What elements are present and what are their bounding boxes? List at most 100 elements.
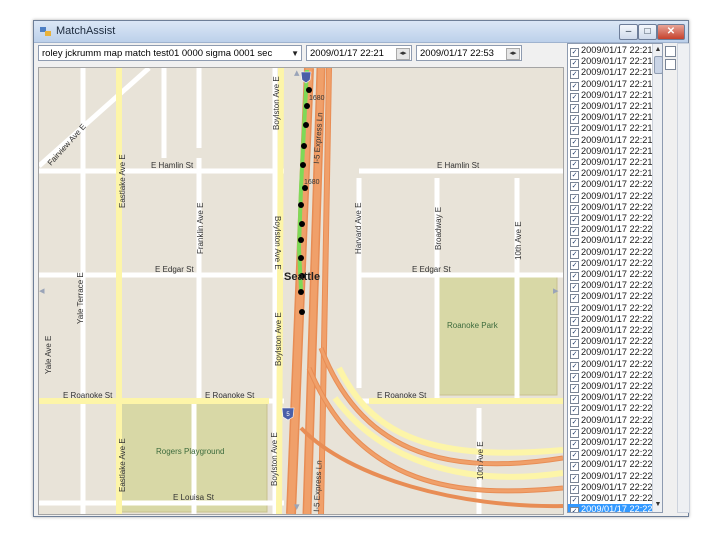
timestamp-row[interactable]: ✓ 2009/01/17 22:21 bbox=[568, 90, 653, 102]
spin-arrows-icon[interactable]: ◂▸ bbox=[506, 48, 520, 60]
timestamp-row[interactable]: ✓ 2009/01/17 22:21 bbox=[568, 168, 653, 181]
row-checkbox[interactable]: ✓ bbox=[570, 507, 579, 512]
timestamp-row[interactable]: ✓ 2009/01/17 22:22 bbox=[568, 269, 653, 281]
timestamp-label: 2009/01/17 22:22 bbox=[581, 425, 653, 436]
street-label: E Louisa St bbox=[173, 493, 215, 502]
timestamp-row[interactable]: ✓ 2009/01/17 22:22 bbox=[568, 336, 653, 349]
timestamp-checklist[interactable]: ▲ ▼ ✓ 2009/01/17 22:21 ✓ 2009/01/17 22:21 ✓ 2… bbox=[567, 43, 663, 513]
timestamp-row[interactable]: ✓ 2009/01/17 22:21 bbox=[568, 146, 653, 158]
timestamp-row[interactable]: ✓ 2009/01/17 22:22 bbox=[568, 369, 653, 382]
street-label: Yale Terrace E bbox=[76, 272, 85, 324]
option-checkbox[interactable] bbox=[665, 46, 676, 57]
timestamp-label: 2009/01/17 22:22 bbox=[581, 257, 653, 268]
start-time-value: 2009/01/17 22:21 bbox=[310, 48, 384, 59]
start-time-picker[interactable]: 2009/01/17 22:21 ◂▸ bbox=[306, 45, 412, 61]
timestamp-label: 2009/01/17 22:22 bbox=[581, 493, 653, 503]
timestamp-row[interactable]: ✓ 2009/01/17 22:21 bbox=[568, 134, 653, 147]
street-label: 10th Ave E bbox=[514, 221, 523, 260]
street-label: E Roanoke St bbox=[377, 391, 427, 400]
timestamp-row[interactable]: ✓ 2009/01/17 22:22 bbox=[568, 179, 653, 192]
pan-down-icon[interactable]: ▾ bbox=[294, 500, 300, 513]
timestamp-row[interactable]: ✓ 2009/01/17 22:22 bbox=[568, 224, 653, 237]
trace-select-value: roley jckrumm map match test01 0000 sigm… bbox=[42, 48, 273, 59]
timestamp-row[interactable]: ✓ 2009/01/17 22:22 bbox=[568, 448, 653, 461]
timestamp-label: 2009/01/17 22:22 bbox=[581, 190, 653, 201]
timestamp-row[interactable]: ✓ 2009/01/17 22:22 bbox=[568, 437, 653, 449]
timestamp-row[interactable]: ✓ 2009/01/17 22:22 bbox=[568, 381, 653, 393]
timestamp-label: 2009/01/17 22:22 bbox=[581, 336, 653, 347]
timestamp-row[interactable]: ✓ 2009/01/17 22:22 bbox=[568, 482, 653, 494]
timestamp-row[interactable]: ✓ 2009/01/17 22:22 bbox=[568, 280, 653, 293]
scroll-up-icon[interactable]: ▲ bbox=[653, 45, 662, 55]
timestamp-label: 2009/01/17 22:22 bbox=[581, 246, 653, 257]
timestamp-row[interactable]: ✓ 2009/01/17 22:22 bbox=[568, 235, 653, 248]
timestamp-row[interactable]: ✓ 2009/01/17 22:21 bbox=[568, 101, 653, 113]
timestamp-row[interactable]: ✓ 2009/01/17 22:22 bbox=[568, 190, 653, 203]
timestamp-label: 2009/01/17 22:21 bbox=[581, 123, 653, 134]
timestamp-label: 2009/01/17 22:22 bbox=[581, 213, 653, 223]
timestamp-label: 2009/01/17 22:22 bbox=[581, 235, 653, 246]
timestamp-row[interactable]: ✓ 2009/01/17 22:22 bbox=[568, 359, 653, 371]
toolbar: roley jckrumm map match test01 0000 sigm… bbox=[34, 43, 564, 65]
vertical-scrollbar[interactable]: ▲ ▼ bbox=[652, 44, 662, 512]
park-label: Rogers Playground bbox=[156, 447, 224, 456]
street-label: Harvard Ave E bbox=[354, 203, 363, 254]
timestamp-row[interactable]: ✓ 2009/01/17 22:22 bbox=[568, 325, 653, 337]
pan-right-icon[interactable]: ▸ bbox=[553, 284, 559, 297]
trace-select[interactable]: roley jckrumm map match test01 0000 sigm… bbox=[38, 45, 302, 61]
timestamp-label: 2009/01/17 22:22 bbox=[581, 280, 653, 291]
option-checkbox[interactable] bbox=[665, 59, 676, 70]
timestamp-label: 2009/01/17 22:22 bbox=[581, 313, 653, 324]
map-canvas[interactable]: 5 E Hamlin St E Hamlin St E Edgar St E E… bbox=[39, 68, 563, 514]
spin-arrows-icon[interactable]: ◂▸ bbox=[396, 48, 410, 60]
timestamp-row[interactable]: ✓ 2009/01/17 22:21 bbox=[568, 56, 653, 69]
timestamp-label: 2009/01/17 22:21 bbox=[581, 56, 653, 67]
timestamp-row[interactable]: ✓ 2009/01/17 22:22 bbox=[568, 347, 653, 360]
timestamp-row[interactable]: ✓ 2009/01/17 22:22 bbox=[568, 313, 653, 326]
timestamp-label: 2009/01/17 22:22 bbox=[581, 369, 653, 380]
timestamp-row[interactable]: ✓ 2009/01/17 22:22 bbox=[568, 257, 653, 270]
timestamp-row-selected[interactable]: ✓ 2009/01/17 22:22 bbox=[568, 504, 653, 512]
street-label: E Edgar St bbox=[155, 265, 194, 274]
timestamp-row[interactable]: ✓ 2009/01/17 22:22 bbox=[568, 303, 653, 315]
roanoke-park-area bbox=[438, 274, 558, 396]
timestamp-row[interactable]: ✓ 2009/01/17 22:22 bbox=[568, 213, 653, 225]
pan-left-icon[interactable]: ◂ bbox=[39, 284, 45, 297]
timestamp-row[interactable]: ✓ 2009/01/17 22:21 bbox=[568, 79, 653, 91]
timestamp-row[interactable]: ✓ 2009/01/17 22:21 bbox=[568, 45, 653, 57]
pan-up-icon[interactable]: ▴ bbox=[294, 68, 300, 79]
scroll-down-icon[interactable]: ▼ bbox=[653, 500, 662, 510]
timestamp-row[interactable]: ✓ 2009/01/17 22:21 bbox=[568, 157, 653, 169]
close-button[interactable]: ✕ bbox=[657, 24, 685, 40]
timestamp-row[interactable]: ✓ 2009/01/17 22:22 bbox=[568, 425, 653, 438]
timestamp-row[interactable]: ✓ 2009/01/17 22:22 bbox=[568, 202, 653, 214]
street-label: E Edgar St bbox=[412, 265, 451, 274]
end-time-value: 2009/01/17 22:53 bbox=[420, 48, 494, 59]
timestamp-label: 2009/01/17 22:22 bbox=[581, 224, 653, 235]
chevron-down-icon[interactable]: ▼ bbox=[291, 46, 299, 60]
timestamp-row[interactable]: ✓ 2009/01/17 22:22 bbox=[568, 291, 653, 304]
minimize-button[interactable]: – bbox=[619, 24, 638, 40]
street-label: Franklin Ave E bbox=[196, 203, 205, 254]
maximize-button[interactable]: □ bbox=[638, 24, 657, 40]
timestamp-row[interactable]: ✓ 2009/01/17 22:22 bbox=[568, 392, 653, 405]
timestamp-row[interactable]: ✓ 2009/01/17 22:21 bbox=[568, 123, 653, 136]
timestamp-label: 2009/01/17 22:22 bbox=[581, 437, 653, 447]
timestamp-row[interactable]: ✓ 2009/01/17 22:22 bbox=[568, 471, 653, 483]
timestamp-row[interactable]: ✓ 2009/01/17 22:22 bbox=[568, 403, 653, 416]
map-view[interactable]: 5 E Hamlin St E Hamlin St E Edgar St E E… bbox=[38, 67, 564, 515]
timestamp-label: 2009/01/17 22:21 bbox=[581, 67, 653, 78]
timestamp-row[interactable]: ✓ 2009/01/17 22:21 bbox=[568, 67, 653, 80]
timestamp-row[interactable]: ✓ 2009/01/17 22:22 bbox=[568, 246, 653, 259]
street-label: E Roanoke St bbox=[205, 391, 255, 400]
timestamp-label: 2009/01/17 22:22 bbox=[581, 414, 653, 425]
scroll-thumb[interactable] bbox=[654, 56, 662, 74]
timestamp-row[interactable]: ✓ 2009/01/17 22:22 bbox=[568, 493, 653, 505]
side-scrollbar[interactable] bbox=[677, 43, 690, 513]
timestamp-label: 2009/01/17 22:21 bbox=[581, 134, 653, 145]
route-label: 1680 bbox=[304, 179, 320, 186]
timestamp-row[interactable]: ✓ 2009/01/17 22:22 bbox=[568, 414, 653, 427]
end-time-picker[interactable]: 2009/01/17 22:53 ◂▸ bbox=[416, 45, 522, 61]
timestamp-row[interactable]: ✓ 2009/01/17 22:21 bbox=[568, 112, 653, 125]
timestamp-row[interactable]: ✓ 2009/01/17 22:22 bbox=[568, 459, 653, 472]
